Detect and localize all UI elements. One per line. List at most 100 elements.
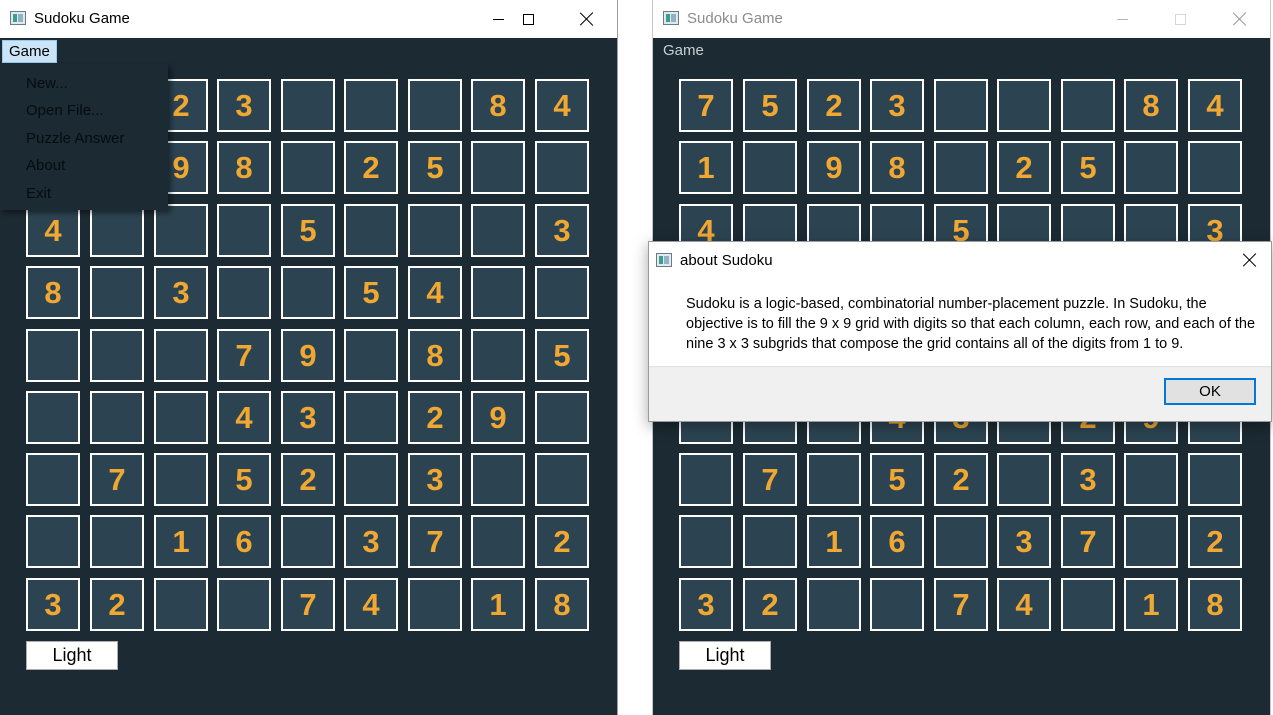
sudoku-cell[interactable]: 2 bbox=[997, 141, 1051, 194]
menu-game[interactable]: Game bbox=[2, 40, 57, 63]
sudoku-cell[interactable] bbox=[154, 204, 208, 257]
sudoku-cell[interactable]: 3 bbox=[344, 515, 398, 568]
sudoku-cell[interactable] bbox=[217, 266, 271, 319]
sudoku-cell[interactable] bbox=[154, 453, 208, 506]
sudoku-cell[interactable]: 3 bbox=[535, 204, 589, 257]
sudoku-cell[interactable]: 2 bbox=[1188, 515, 1242, 568]
sudoku-cell[interactable] bbox=[90, 515, 144, 568]
sudoku-cell[interactable]: 8 bbox=[471, 79, 525, 132]
sudoku-cell[interactable]: 5 bbox=[408, 141, 462, 194]
sudoku-cell[interactable] bbox=[26, 453, 80, 506]
close-button[interactable] bbox=[1217, 0, 1263, 38]
sudoku-cell[interactable]: 3 bbox=[408, 453, 462, 506]
sudoku-cell[interactable] bbox=[535, 453, 589, 506]
sudoku-cell[interactable] bbox=[1061, 79, 1115, 132]
menu-game[interactable]: Game bbox=[657, 39, 710, 63]
sudoku-cell[interactable] bbox=[1061, 578, 1115, 631]
sudoku-cell[interactable] bbox=[217, 204, 271, 257]
sudoku-cell[interactable]: 5 bbox=[870, 453, 924, 506]
sudoku-cell[interactable]: 2 bbox=[408, 391, 462, 444]
close-button[interactable] bbox=[564, 0, 610, 38]
sudoku-cell[interactable]: 1 bbox=[807, 515, 861, 568]
sudoku-cell[interactable]: 6 bbox=[217, 515, 271, 568]
sudoku-cell[interactable]: 9 bbox=[471, 391, 525, 444]
sudoku-cell[interactable] bbox=[344, 329, 398, 382]
sudoku-cell[interactable]: 4 bbox=[997, 578, 1051, 631]
sudoku-cell[interactable]: 2 bbox=[743, 578, 797, 631]
sudoku-cell[interactable] bbox=[679, 515, 733, 568]
light-button[interactable]: Light bbox=[679, 641, 771, 670]
sudoku-cell[interactable] bbox=[26, 391, 80, 444]
sudoku-cell[interactable]: 3 bbox=[281, 391, 335, 444]
sudoku-cell[interactable]: 7 bbox=[934, 578, 988, 631]
sudoku-cell[interactable] bbox=[471, 329, 525, 382]
sudoku-cell[interactable] bbox=[408, 578, 462, 631]
sudoku-cell[interactable]: 1 bbox=[154, 515, 208, 568]
sudoku-cell[interactable] bbox=[26, 515, 80, 568]
sudoku-cell[interactable] bbox=[934, 79, 988, 132]
sudoku-cell[interactable]: 8 bbox=[870, 141, 924, 194]
sudoku-cell[interactable]: 8 bbox=[26, 266, 80, 319]
title-bar[interactable]: Sudoku Game bbox=[653, 0, 1270, 38]
sudoku-cell[interactable]: 3 bbox=[1061, 453, 1115, 506]
sudoku-cell[interactable]: 2 bbox=[807, 79, 861, 132]
sudoku-cell[interactable] bbox=[1124, 141, 1178, 194]
sudoku-cell[interactable]: 1 bbox=[1124, 578, 1178, 631]
sudoku-cell[interactable] bbox=[743, 515, 797, 568]
sudoku-cell[interactable] bbox=[344, 79, 398, 132]
sudoku-cell[interactable] bbox=[934, 515, 988, 568]
sudoku-cell[interactable] bbox=[471, 204, 525, 257]
sudoku-cell[interactable]: 1 bbox=[471, 578, 525, 631]
sudoku-cell[interactable] bbox=[997, 453, 1051, 506]
sudoku-cell[interactable] bbox=[870, 578, 924, 631]
sudoku-cell[interactable]: 4 bbox=[408, 266, 462, 319]
sudoku-cell[interactable]: 4 bbox=[1188, 79, 1242, 132]
menu-item-open-file[interactable]: Open File... bbox=[26, 102, 104, 119]
sudoku-cell[interactable]: 8 bbox=[1188, 578, 1242, 631]
sudoku-cell[interactable]: 9 bbox=[807, 141, 861, 194]
sudoku-cell[interactable]: 3 bbox=[679, 578, 733, 631]
sudoku-cell[interactable] bbox=[471, 515, 525, 568]
sudoku-cell[interactable] bbox=[154, 391, 208, 444]
sudoku-cell[interactable] bbox=[743, 141, 797, 194]
sudoku-cell[interactable]: 3 bbox=[997, 515, 1051, 568]
sudoku-cell[interactable]: 5 bbox=[743, 79, 797, 132]
sudoku-cell[interactable]: 7 bbox=[281, 578, 335, 631]
sudoku-cell[interactable]: 5 bbox=[1061, 141, 1115, 194]
sudoku-cell[interactable] bbox=[1124, 515, 1178, 568]
sudoku-cell[interactable] bbox=[997, 79, 1051, 132]
sudoku-cell[interactable]: 7 bbox=[217, 329, 271, 382]
sudoku-cell[interactable]: 3 bbox=[154, 266, 208, 319]
dialog-close-button[interactable] bbox=[1235, 248, 1265, 272]
sudoku-cell[interactable] bbox=[344, 453, 398, 506]
sudoku-cell[interactable] bbox=[90, 266, 144, 319]
sudoku-cell[interactable] bbox=[90, 391, 144, 444]
ok-button[interactable]: OK bbox=[1164, 378, 1256, 405]
sudoku-cell[interactable]: 8 bbox=[1124, 79, 1178, 132]
light-button[interactable]: Light bbox=[26, 641, 118, 670]
sudoku-cell[interactable]: 5 bbox=[344, 266, 398, 319]
sudoku-cell[interactable] bbox=[408, 79, 462, 132]
sudoku-cell[interactable] bbox=[471, 141, 525, 194]
sudoku-cell[interactable] bbox=[934, 141, 988, 194]
sudoku-cell[interactable] bbox=[154, 578, 208, 631]
sudoku-cell[interactable]: 7 bbox=[90, 453, 144, 506]
sudoku-cell[interactable] bbox=[1188, 453, 1242, 506]
sudoku-cell[interactable]: 7 bbox=[679, 79, 733, 132]
sudoku-cell[interactable]: 4 bbox=[535, 79, 589, 132]
menu-item-puzzle-answer[interactable]: Puzzle Answer bbox=[26, 130, 124, 147]
sudoku-cell[interactable] bbox=[1188, 141, 1242, 194]
sudoku-cell[interactable]: 2 bbox=[281, 453, 335, 506]
sudoku-cell[interactable] bbox=[471, 266, 525, 319]
sudoku-cell[interactable] bbox=[535, 141, 589, 194]
sudoku-cell[interactable]: 4 bbox=[217, 391, 271, 444]
sudoku-cell[interactable] bbox=[344, 204, 398, 257]
sudoku-cell[interactable]: 4 bbox=[344, 578, 398, 631]
maximize-button[interactable] bbox=[505, 0, 551, 38]
sudoku-cell[interactable]: 6 bbox=[870, 515, 924, 568]
sudoku-cell[interactable] bbox=[281, 515, 335, 568]
sudoku-cell[interactable]: 5 bbox=[535, 329, 589, 382]
sudoku-cell[interactable]: 2 bbox=[535, 515, 589, 568]
sudoku-cell[interactable] bbox=[90, 204, 144, 257]
sudoku-cell[interactable] bbox=[807, 453, 861, 506]
